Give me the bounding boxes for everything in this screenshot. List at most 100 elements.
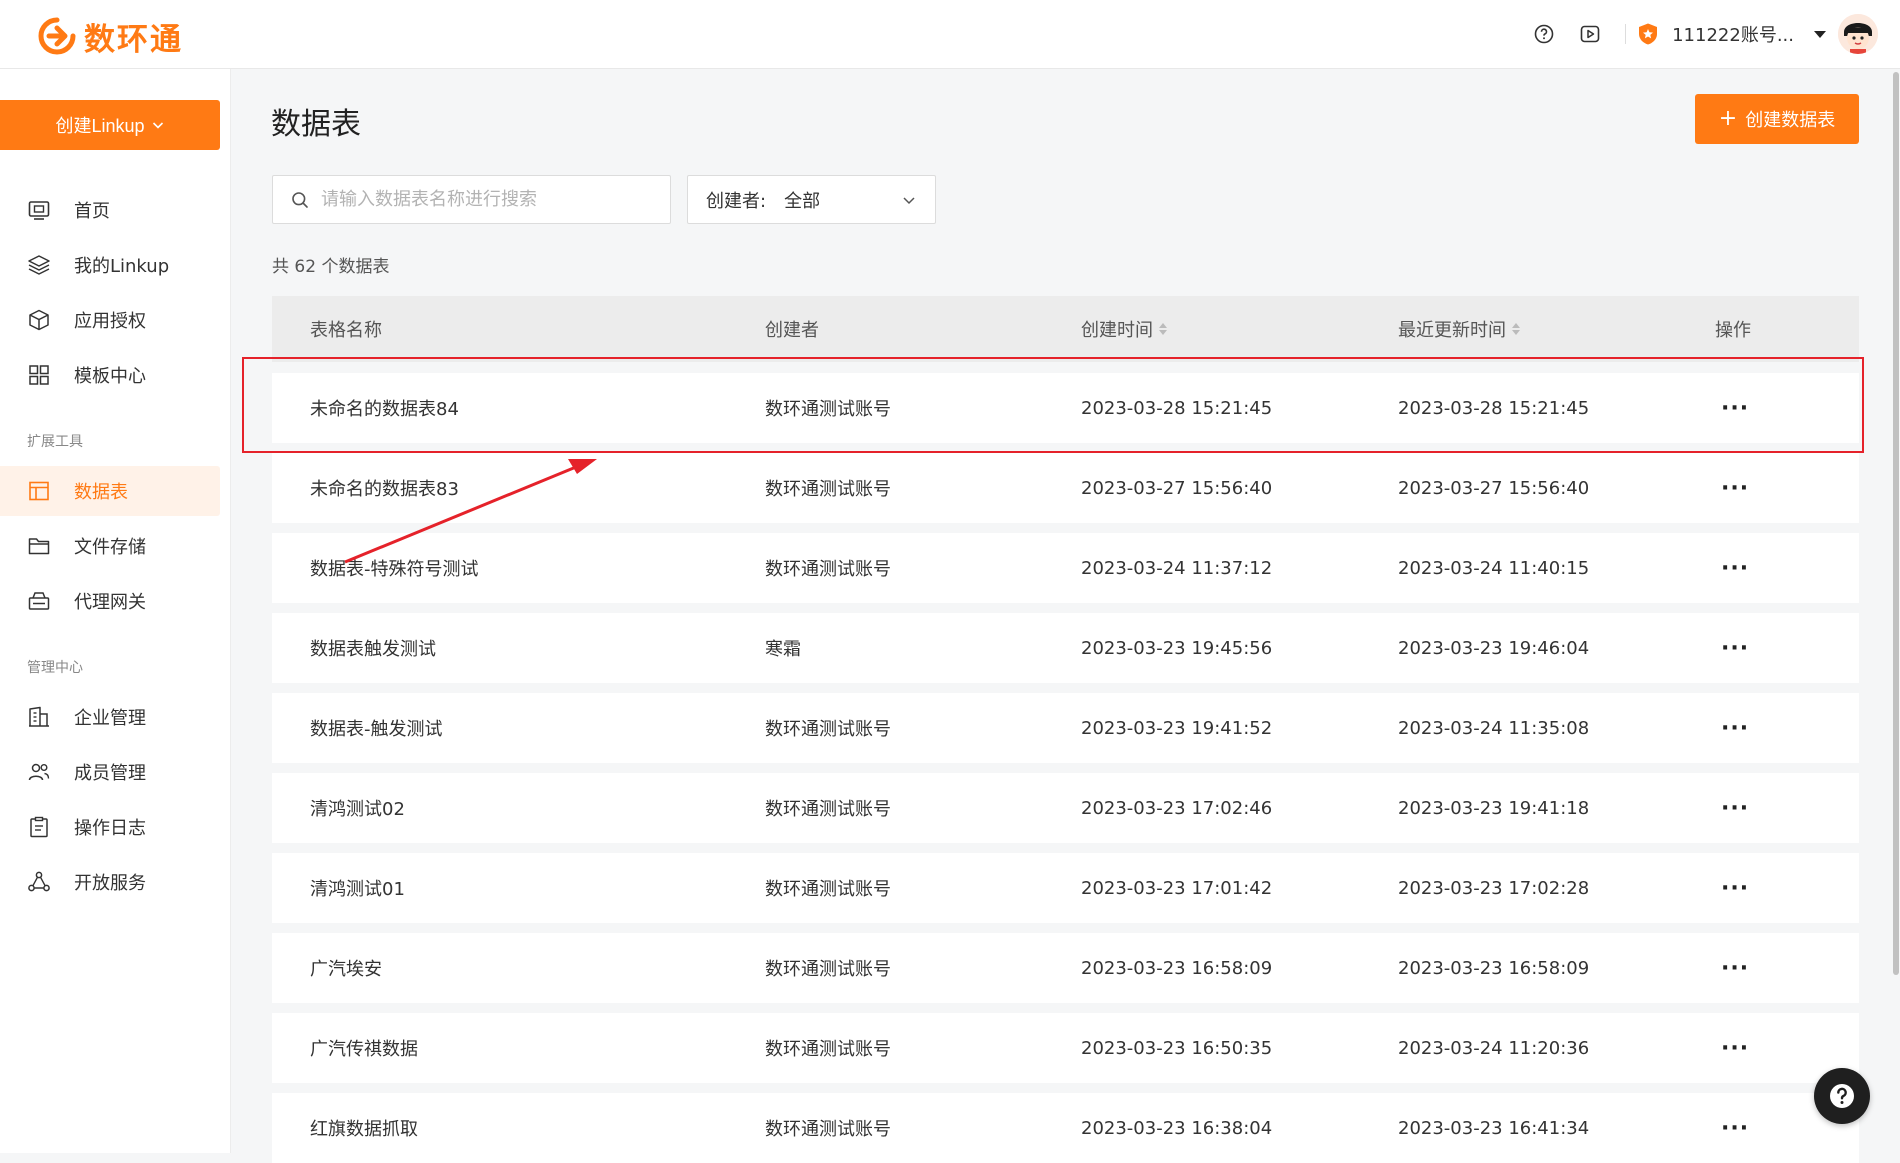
cell-created-time: 2023-03-23 19:45:56 [1081,637,1273,659]
cell-name: 未命名的数据表83 [310,479,459,500]
account-name[interactable]: 111222账号... [1672,21,1794,47]
column-header-updated[interactable]: 最近更新时间 [1398,296,1520,362]
cell-name: 未命名的数据表84 [310,399,459,420]
cube-icon [27,308,51,332]
cell-name: 数据表-触发测试 [310,719,443,740]
more-actions-icon[interactable]: ··· [1721,773,1749,843]
sidebar-item-members[interactable]: 成员管理 [0,747,220,797]
sidebar-item-label: 数据表 [74,482,128,503]
column-header-name: 表格名称 [310,320,382,341]
cell-updated-time: 2023-03-23 19:41:18 [1398,797,1590,819]
table-row[interactable]: 未命名的数据表84 数环通测试账号 2023-03-28 15:21:45 2023-… [272,373,1859,443]
sidebar-item-templates[interactable]: 模板中心 [0,350,220,400]
table-row[interactable]: 清鸿测试01 数环通测试账号 2023-03-23 17:01:42 2023-03-… [272,853,1859,923]
page-title: 数据表 [271,107,361,142]
cell-name: 数据表触发测试 [310,639,436,660]
help-icon[interactable] [1534,24,1554,44]
create-data-table-button[interactable]: + 创建数据表 [1695,94,1859,144]
table-row[interactable]: 数据表-触发测试 数环通测试账号 2023-03-23 19:41:52 2023-0… [272,693,1859,763]
creator-filter-value: 全部 [784,190,821,212]
table-icon [27,479,51,503]
more-actions-icon[interactable]: ··· [1721,533,1749,603]
more-actions-icon[interactable]: ··· [1721,613,1749,683]
sidebar-item-data-tables[interactable]: 数据表 [0,466,220,516]
search-icon [291,191,309,209]
table-row[interactable]: 广汽传祺数据 数环通测试账号 2023-03-23 16:50:35 2023-03-… [272,1013,1859,1083]
column-header-actions: 操作 [1715,320,1751,341]
sidebar-item-enterprise[interactable]: 企业管理 [0,692,220,742]
user-avatar[interactable] [1838,14,1878,54]
video-play-icon[interactable] [1580,24,1600,44]
top-bar: 数环通 111222账号... [0,0,1900,69]
sidebar-item-op-log[interactable]: 操作日志 [0,802,220,852]
cell-creator: 数环通测试账号 [765,1039,891,1060]
sidebar-item-open-service[interactable]: 开放服务 [0,857,220,907]
cell-created-time: 2023-03-28 15:21:45 [1081,397,1273,419]
creator-filter-select[interactable]: 创建者: 全部 [687,175,936,224]
table-row[interactable]: 广汽埃安 数环通测试账号 2023-03-23 16:58:09 2023-03-23… [272,933,1859,1003]
table-header: 表格名称 创建者 创建时间 最近更新时间 操作 [272,296,1859,362]
column-header-created[interactable]: 创建时间 [1081,296,1167,362]
table-count: 共 62 个数据表 [272,257,390,277]
more-actions-icon[interactable]: ··· [1721,1013,1749,1083]
scrollbar[interactable] [1893,72,1899,975]
sidebar-item-file-storage[interactable]: 文件存储 [0,521,220,571]
cell-updated-time: 2023-03-23 16:58:09 [1398,957,1590,979]
sidebar-item-label: 我的Linkup [74,256,170,277]
table-row[interactable]: 未命名的数据表83 数环通测试账号 2023-03-27 15:56:40 2023-… [272,453,1859,523]
sidebar-item-proxy-gateway[interactable]: 代理网关 [0,576,220,626]
sidebar-item-label: 成员管理 [74,763,146,784]
cell-name: 广汽埃安 [310,959,382,980]
cell-name: 清鸿测试02 [310,799,405,820]
more-actions-icon[interactable]: ··· [1721,933,1749,1003]
folder-icon [27,534,51,558]
search-input[interactable] [319,188,663,211]
table-row[interactable]: 数据表触发测试 寒霜 2023-03-23 19:45:56 2023-03-23 1… [272,613,1859,683]
cell-created-time: 2023-03-24 11:37:12 [1081,557,1273,579]
users-icon [27,760,51,784]
cell-updated-time: 2023-03-23 19:46:04 [1398,637,1590,659]
cell-creator: 数环通测试账号 [765,399,891,420]
sidebar-item-home[interactable]: 首页 [0,185,220,235]
cell-created-time: 2023-03-23 16:58:09 [1081,957,1273,979]
cell-updated-time: 2023-03-27 15:56:40 [1398,477,1590,499]
sidebar-item-app-auth[interactable]: 应用授权 [0,295,220,345]
sidebar-item-label: 企业管理 [74,708,146,729]
monitor-icon [27,198,51,222]
logo[interactable]: 数环通 [38,14,183,59]
vip-badge-icon [1636,22,1660,46]
plus-icon: + [1718,106,1738,131]
more-actions-icon[interactable]: ··· [1721,693,1749,763]
more-actions-icon[interactable]: ··· [1721,853,1749,923]
logo-text: 数环通 [84,22,183,58]
grid-icon [27,363,51,387]
sort-icon[interactable] [1159,323,1167,335]
more-actions-icon[interactable]: ··· [1721,453,1749,523]
sidebar-item-label: 模板中心 [74,366,146,387]
cell-creator: 数环通测试账号 [765,479,891,500]
create-linkup-button[interactable]: 创建Linkup [0,100,220,150]
cell-created-time: 2023-03-23 19:41:52 [1081,717,1273,739]
cell-creator: 数环通测试账号 [765,799,891,820]
sort-icon[interactable] [1512,323,1520,335]
nodes-icon [27,870,51,894]
more-actions-icon[interactable]: ··· [1721,373,1749,443]
table-row[interactable]: 清鸿测试02 数环通测试账号 2023-03-23 17:02:46 2023-03-… [272,773,1859,843]
cell-updated-time: 2023-03-24 11:40:15 [1398,557,1590,579]
sidebar-item-label: 开放服务 [74,873,146,894]
table-row[interactable]: 数据表-特殊符号测试 数环通测试账号 2023-03-24 11:37:12 2023… [272,533,1859,603]
search-box [272,175,671,224]
cell-created-time: 2023-03-23 16:50:35 [1081,1037,1273,1059]
help-chat-button[interactable] [1814,1068,1870,1124]
cell-creator: 寒霜 [765,639,801,660]
cell-name: 数据表-特殊符号测试 [310,559,479,580]
cell-updated-time: 2023-03-24 11:35:08 [1398,717,1590,739]
account-dropdown-icon[interactable] [1814,30,1826,38]
cell-created-time: 2023-03-23 17:02:46 [1081,797,1273,819]
sidebar-item-my-linkup[interactable]: 我的Linkup [0,240,220,290]
cell-updated-time: 2023-03-23 17:02:28 [1398,877,1590,899]
chevron-down-icon [901,192,917,208]
section-title-tools: 扩展工具 [27,434,83,450]
sidebar-item-label: 首页 [74,201,110,222]
cell-creator: 数环通测试账号 [765,559,891,580]
